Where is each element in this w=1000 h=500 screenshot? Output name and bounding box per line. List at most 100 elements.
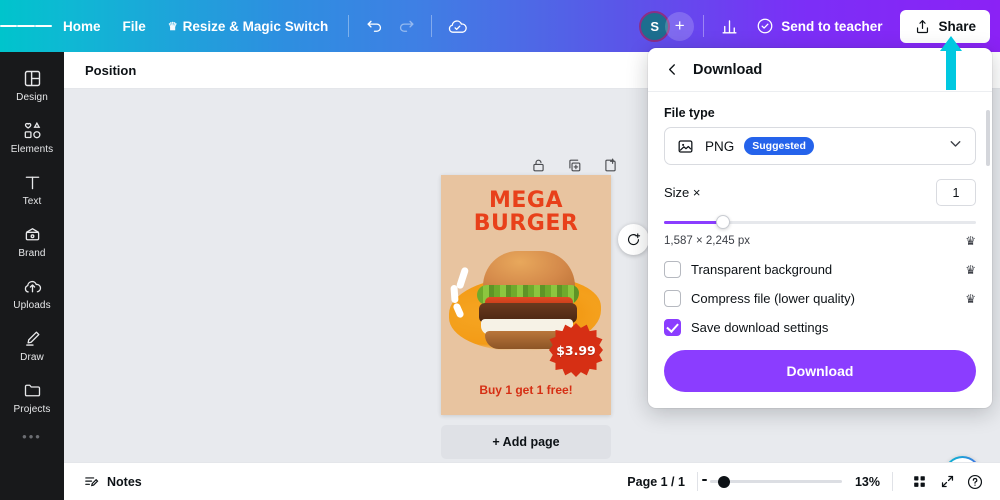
design-poster-page[interactable]: MEGA BURGER $3.99 Buy 1 get 1 free! [441, 175, 611, 415]
checkbox-transparent-background[interactable] [664, 261, 681, 278]
nav-home-label: Home [63, 18, 101, 34]
sidebar-label-draw: Draw [20, 352, 44, 363]
size-row: Size × 1 [664, 179, 976, 206]
suggested-badge: Suggested [744, 137, 814, 155]
chevron-down-icon[interactable] [947, 135, 964, 157]
image-icon [678, 139, 693, 153]
shapes-icon [24, 121, 41, 139]
sidebar-label-brand: Brand [18, 248, 46, 259]
text-t-icon [25, 176, 39, 190]
send-to-teacher-button[interactable]: Send to teacher [745, 10, 893, 42]
accent-dash-icon [455, 266, 470, 290]
panel-scrollbar[interactable] [986, 110, 990, 166]
download-submit-button[interactable]: Download [664, 350, 976, 392]
undo-icon[interactable] [358, 10, 390, 42]
left-sidebar: Design Elements Text Brand Uploads Draw … [0, 52, 64, 500]
cloud-saved-icon[interactable] [441, 10, 473, 42]
sidebar-label-text: Text [22, 196, 42, 207]
help-icon[interactable] [961, 468, 989, 496]
divider [892, 472, 893, 491]
crown-icon: ♛ [965, 262, 976, 277]
file-type-select[interactable]: PNG Suggested [664, 127, 976, 165]
sidebar-label-uploads: Uploads [13, 300, 51, 311]
layout-icon [24, 70, 40, 87]
checkbox-save-download-settings[interactable] [664, 319, 681, 336]
zoom-slider-handle[interactable] [717, 475, 730, 488]
upload-cloud-icon [24, 280, 41, 293]
divider [431, 15, 433, 37]
add-collaborator-button[interactable]: + [665, 11, 695, 41]
share-upload-icon [917, 19, 929, 33]
grid-view-icon[interactable] [905, 468, 933, 496]
pen-icon [25, 331, 39, 346]
add-page-button[interactable]: + Add page [441, 425, 611, 459]
zoom-slider[interactable] [701, 475, 842, 488]
add-comment-icon[interactable] [618, 224, 649, 255]
option-compress-file[interactable]: Compress file (lower quality) ♛ [664, 290, 976, 307]
divider [696, 472, 698, 491]
chevron-left-icon[interactable] [664, 61, 681, 78]
size-label: Size × [664, 185, 701, 200]
option-save-download-settings[interactable]: Save download settings [664, 319, 976, 336]
hamburger-menu-icon[interactable] [0, 0, 52, 52]
option-label-save-download-settings: Save download settings [691, 320, 829, 335]
sidebar-item-design[interactable]: Design [4, 61, 60, 109]
sidebar-item-draw[interactable]: Draw [4, 321, 60, 369]
nav-item-file[interactable]: File [112, 12, 157, 41]
divider [703, 15, 705, 37]
dimensions-row: 1,587 × 2,245 px ♛ [664, 234, 976, 248]
nav-file-label: File [122, 18, 146, 34]
share-button[interactable]: Share [900, 9, 990, 43]
price-starburst-badge: $3.99 [549, 323, 603, 377]
dimensions-label: 1,587 × 2,245 px [664, 235, 751, 247]
accent-dash-icon [450, 284, 459, 304]
sidebar-item-text[interactable]: Text [4, 165, 60, 213]
poster-title-line1: MEGA [488, 188, 563, 213]
top-navigation-bar: Home File ♛ Resize & Magic Switch S + Se… [0, 0, 1000, 52]
page-indicator: Page 1 / 1 [627, 474, 685, 489]
redo-icon[interactable] [390, 10, 422, 42]
poster-cta-text: Buy 1 get 1 free! [479, 383, 573, 397]
check-circle-icon [757, 18, 773, 34]
sidebar-item-projects[interactable]: Projects [4, 373, 60, 421]
notes-label: Notes [107, 474, 142, 489]
checkbox-compress-file[interactable] [664, 290, 681, 307]
crown-icon: ♛ [965, 291, 976, 306]
option-transparent-background[interactable]: Transparent background ♛ [664, 261, 976, 278]
price-label: $3.99 [556, 342, 596, 358]
nav-item-resize-magic-switch[interactable]: ♛ Resize & Magic Switch [157, 12, 339, 41]
add-collaborator-label: + [674, 16, 685, 35]
sidebar-more-button[interactable]: ••• [22, 429, 42, 444]
download-panel-body: File type PNG Suggested Size × 1 1,587 ×… [648, 92, 992, 408]
sidebar-label-elements: Elements [10, 144, 54, 155]
fullscreen-icon[interactable] [933, 468, 961, 496]
poster-title: MEGA BURGER [441, 189, 611, 235]
sidebar-item-brand[interactable]: Brand [4, 217, 60, 265]
canva-editor-window: Home File ♛ Resize & Magic Switch S + Se… [0, 0, 1000, 500]
bottom-status-bar: Notes Page 1 / 1 13% [64, 462, 1000, 500]
file-type-value: PNG [705, 138, 735, 154]
sidebar-label-design: Design [16, 92, 48, 103]
notes-pencil-icon [85, 477, 99, 487]
zoom-minus-icon[interactable] [701, 479, 707, 481]
folder-icon [24, 384, 40, 397]
brand-icon [25, 228, 39, 241]
bar-chart-icon[interactable] [713, 10, 745, 42]
nav-item-home[interactable]: Home [52, 12, 112, 41]
sidebar-item-uploads[interactable]: Uploads [4, 269, 60, 317]
size-slider[interactable] [664, 215, 976, 229]
avatar-initial: S [650, 18, 660, 34]
size-slider-fill [664, 221, 724, 224]
option-label-compress-file: Compress file (lower quality) [691, 291, 855, 306]
option-label-transparent-background: Transparent background [691, 262, 833, 277]
crown-icon: ♛ [167, 20, 178, 33]
position-button[interactable]: Position [78, 58, 143, 83]
zoom-percentage[interactable]: 13% [855, 475, 880, 489]
size-value-input[interactable]: 1 [936, 179, 976, 206]
size-slider-handle[interactable] [716, 215, 731, 229]
sidebar-item-elements[interactable]: Elements [4, 113, 60, 161]
download-panel-header: Download [648, 48, 992, 92]
notes-button[interactable]: Notes [75, 467, 150, 496]
divider [348, 15, 350, 37]
file-type-label: File type [664, 106, 715, 120]
